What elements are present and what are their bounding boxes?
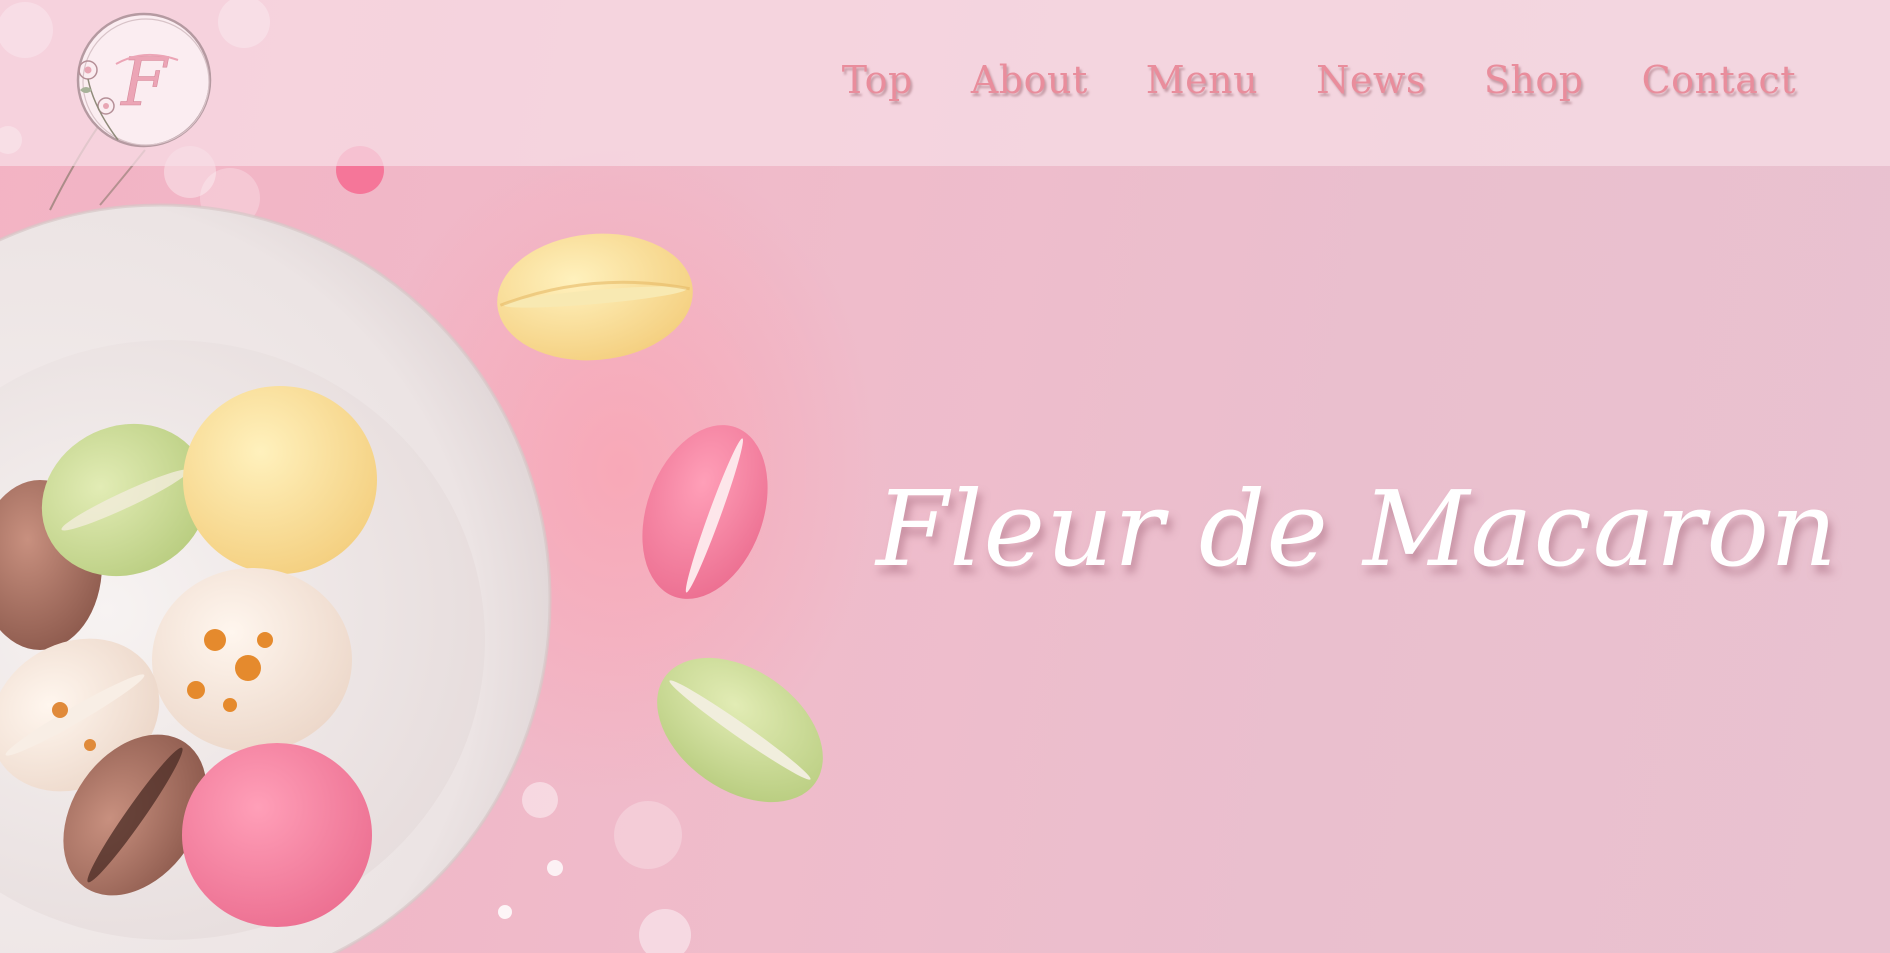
hero-title: Fleur de Macaron xyxy=(876,468,1838,590)
nav-item-news[interactable]: News xyxy=(1316,58,1426,102)
site-logo[interactable]: F xyxy=(66,8,216,158)
nav-item-menu[interactable]: Menu xyxy=(1146,58,1258,102)
page: F Top About Menu News Shop Contact Fleur… xyxy=(0,0,1890,953)
site-header: F Top About Menu News Shop Contact xyxy=(0,0,1890,166)
logo-emblem-icon: F xyxy=(76,12,212,148)
nav-item-about[interactable]: About xyxy=(971,58,1088,102)
main-navigation: Top About Menu News Shop Contact xyxy=(784,58,1796,102)
nav-item-contact[interactable]: Contact xyxy=(1642,58,1796,102)
nav-item-top[interactable]: Top xyxy=(842,58,913,102)
nav-item-shop[interactable]: Shop xyxy=(1484,58,1584,102)
